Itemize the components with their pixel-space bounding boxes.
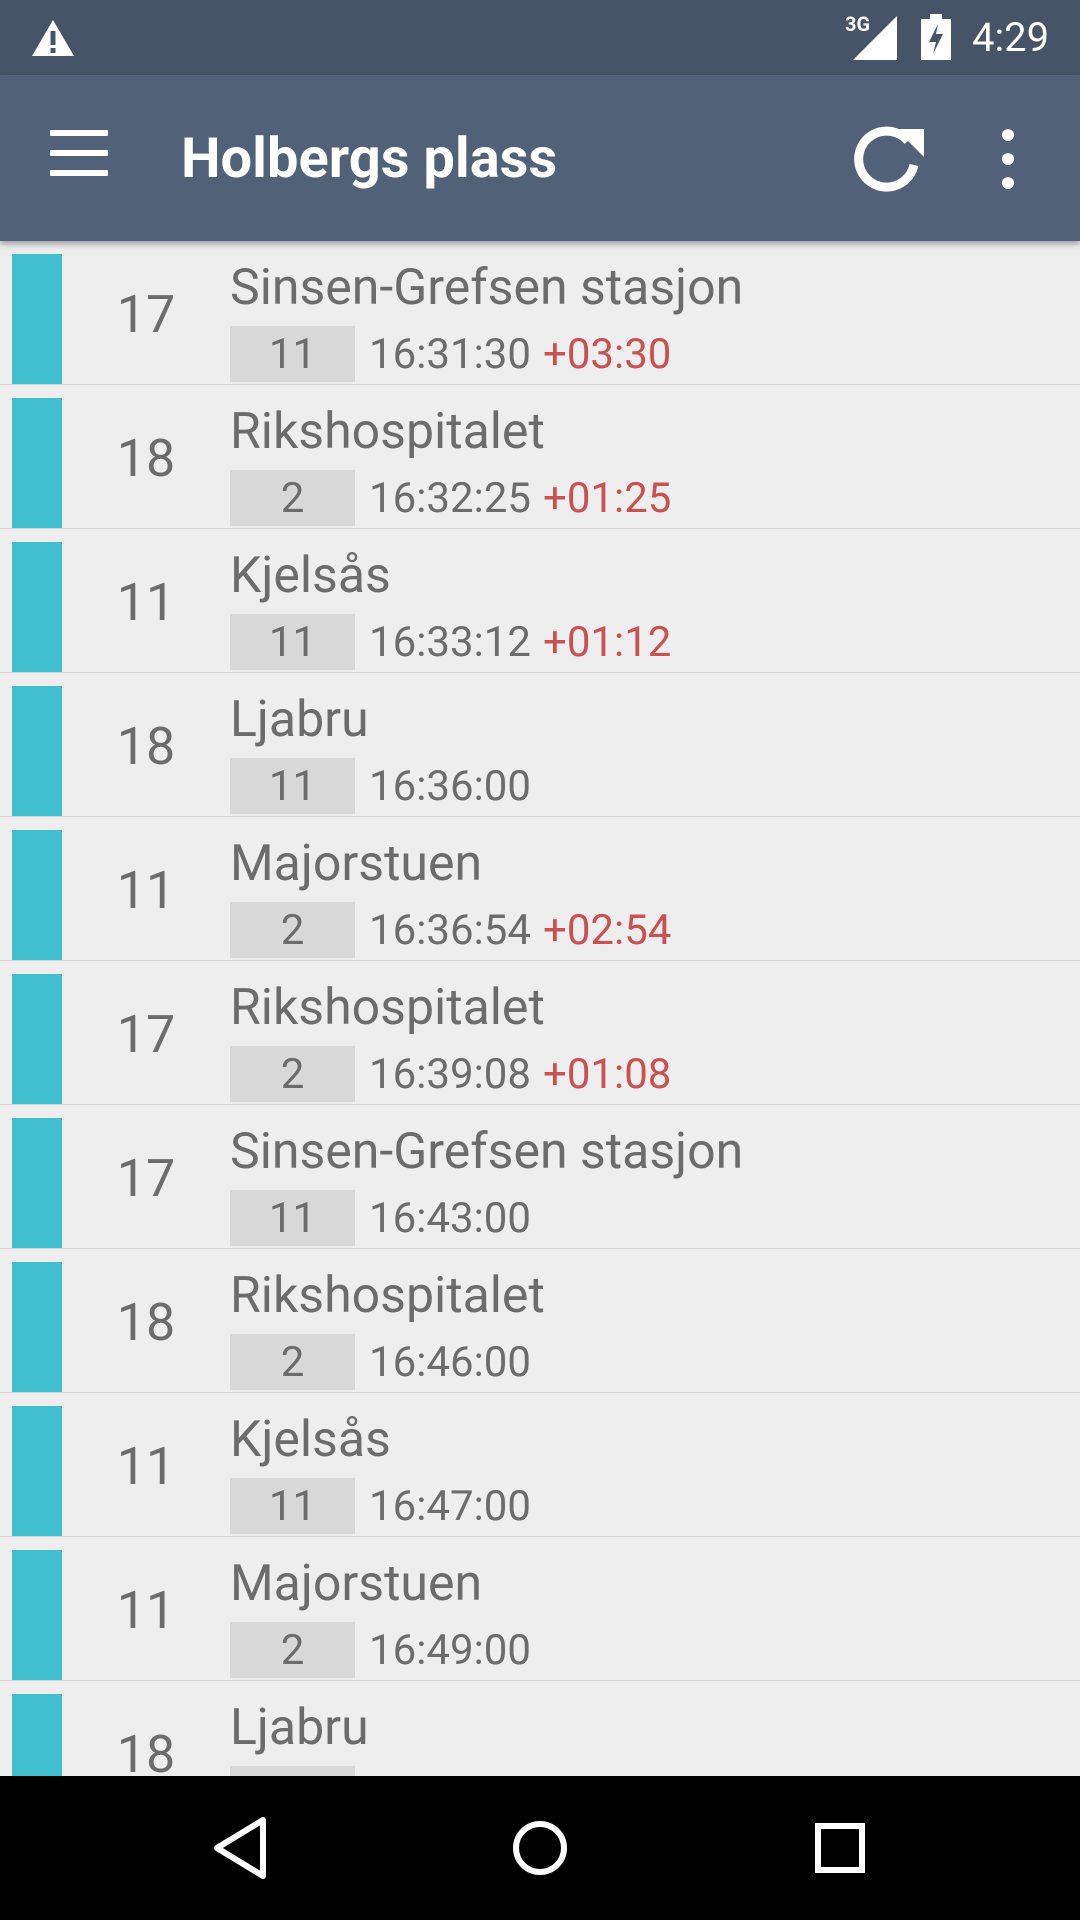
status-bar: 3G 4:29 (0, 0, 1080, 75)
line-number: 17 (116, 1004, 176, 1065)
more-vert-icon[interactable] (990, 129, 1026, 191)
destination: Kjelsås (230, 1411, 391, 1469)
line-number: 18 (116, 1724, 176, 1777)
warning-icon (32, 20, 74, 56)
line-number: 11 (116, 1580, 176, 1641)
line-number: 11 (116, 1436, 176, 1497)
departure-time: 16:31:30 (369, 330, 531, 379)
departure-time: 16:43:00 (369, 1194, 531, 1243)
list-item[interactable]: 18 Rikshospitalet 2 16:46:00 (0, 1249, 1080, 1393)
line-number: 18 (116, 428, 176, 489)
destination: Sinsen-Grefsen stasjon (230, 259, 744, 317)
recents-icon[interactable] (798, 1806, 882, 1890)
destination: Ljabru (230, 1699, 369, 1757)
destination: Ljabru (230, 691, 369, 749)
list-item[interactable]: 11 Kjelsås 11 16:33:12 +01:12 (0, 529, 1080, 673)
list-item[interactable]: 18 Rikshospitalet 2 16:32:25 +01:25 (0, 385, 1080, 529)
home-icon[interactable] (498, 1806, 582, 1890)
line-color-marker (12, 1550, 62, 1680)
platform-badge (230, 1766, 355, 1776)
destination: Majorstuen (230, 1555, 483, 1613)
departure-time-info: 16:36:00 (369, 758, 543, 816)
departure-time: 16:36:54 (369, 906, 531, 955)
status-clock: 4:29 (972, 14, 1050, 61)
departure-time: 16:36:00 (369, 762, 531, 811)
line-color-marker (12, 1262, 62, 1392)
departure-time: 16:47:00 (369, 1482, 531, 1531)
departure-time-info: 16:32:25 +01:25 (369, 470, 671, 528)
navigation-bar (0, 1776, 1080, 1920)
list-item[interactable]: 17 Sinsen-Grefsen stasjon 11 16:43:00 (0, 1105, 1080, 1249)
departure-time-info: 16:33:12 +01:12 (369, 614, 671, 672)
destination: Rikshospitalet (230, 1267, 545, 1325)
line-number: 18 (116, 1292, 176, 1353)
list-item[interactable]: 11 Kjelsås 11 16:47:00 (0, 1393, 1080, 1537)
departure-time-info: 16:39:08 +01:08 (369, 1046, 671, 1104)
departure-time-info: 16:46:00 (369, 1334, 543, 1392)
destination: Kjelsås (230, 547, 391, 605)
destination: Rikshospitalet (230, 979, 545, 1037)
line-number: 11 (116, 860, 176, 921)
destination: Rikshospitalet (230, 403, 545, 461)
battery-charging-icon (921, 14, 951, 60)
list-item[interactable]: 17 Sinsen-Grefsen stasjon 11 16:31:30 +03… (0, 241, 1080, 385)
platform-badge: 2 (230, 1046, 355, 1102)
signal-icon (853, 16, 897, 60)
departure-time-info: 16:43:00 (369, 1190, 543, 1248)
refresh-icon[interactable] (848, 119, 928, 199)
delay: +01:12 (542, 618, 672, 667)
line-color-marker (12, 542, 62, 672)
list-item[interactable]: 18 Ljabru (0, 1681, 1080, 1776)
platform-badge: 11 (230, 1478, 355, 1534)
line-color-marker (12, 1118, 62, 1248)
departure-time: 16:33:12 (369, 618, 531, 667)
departure-time-info: 16:31:30 +03:30 (369, 326, 671, 384)
line-color-marker (12, 686, 62, 816)
menu-icon[interactable] (50, 130, 118, 182)
delay: +01:08 (542, 1050, 672, 1099)
line-number: 18 (116, 716, 176, 777)
platform-badge: 2 (230, 1334, 355, 1390)
platform-badge: 11 (230, 758, 355, 814)
list-item[interactable]: 17 Rikshospitalet 2 16:39:08 +01:08 (0, 961, 1080, 1105)
platform-badge: 11 (230, 326, 355, 382)
platform-badge: 11 (230, 1190, 355, 1246)
delay: +02:54 (542, 906, 672, 955)
line-number: 17 (116, 1148, 176, 1209)
departure-time-info (369, 1766, 381, 1776)
app-bar: Holbergs plass (0, 75, 1080, 241)
departure-time: 16:39:08 (369, 1050, 531, 1099)
list-item[interactable]: 11 Majorstuen 2 16:36:54 +02:54 (0, 817, 1080, 961)
line-color-marker (12, 830, 62, 960)
line-color-marker (12, 974, 62, 1104)
delay: +03:30 (542, 330, 672, 379)
destination: Majorstuen (230, 835, 483, 893)
back-icon[interactable] (199, 1806, 283, 1890)
list-item[interactable]: 18 Ljabru 11 16:36:00 (0, 673, 1080, 817)
line-color-marker (12, 398, 62, 528)
platform-badge: 2 (230, 1622, 355, 1678)
line-color-marker (12, 254, 62, 384)
platform-badge: 11 (230, 614, 355, 670)
departure-time-info: 16:36:54 +02:54 (369, 902, 671, 960)
line-color-marker (12, 1406, 62, 1536)
departure-time: 16:49:00 (369, 1626, 531, 1675)
destination: Sinsen-Grefsen stasjon (230, 1123, 744, 1181)
line-number: 11 (116, 572, 176, 633)
departure-time-info: 16:47:00 (369, 1478, 543, 1536)
line-color-marker (12, 1694, 62, 1776)
delay: +01:25 (542, 474, 672, 523)
departure-time: 16:32:25 (369, 474, 531, 523)
platform-badge: 2 (230, 902, 355, 958)
departure-time-info: 16:49:00 (369, 1622, 543, 1680)
departure-time: 16:46:00 (369, 1338, 531, 1387)
list-item[interactable]: 11 Majorstuen 2 16:49:00 (0, 1537, 1080, 1681)
departure-list[interactable]: 17 Sinsen-Grefsen stasjon 11 16:31:30 +03… (0, 241, 1080, 1776)
line-number: 17 (116, 284, 176, 345)
page-title: Holbergs plass (181, 125, 558, 191)
platform-badge: 2 (230, 470, 355, 526)
